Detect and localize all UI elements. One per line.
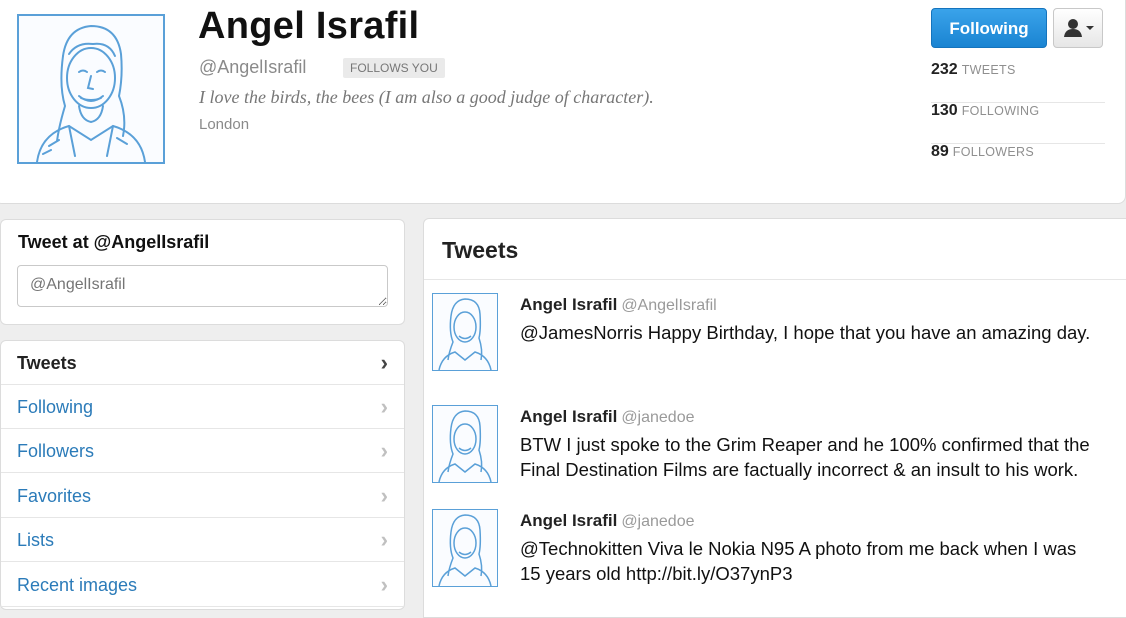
chevron-right-icon: › [380, 572, 388, 597]
nav-item-label: Tweets [17, 353, 77, 373]
tweet-author-handle[interactable]: @janedoe [621, 513, 694, 530]
avatar-sketch-icon [36, 24, 146, 163]
nav-item-recent-images[interactable]: Recent images › [1, 563, 404, 607]
avatar[interactable] [432, 509, 498, 587]
stat-following[interactable]: 130 FOLLOWING [931, 102, 1105, 144]
stat-tweets[interactable]: 232 TWEETS [931, 61, 1105, 103]
stat-followers[interactable]: 89 FOLLOWERS [931, 143, 1105, 184]
chevron-right-icon: › [380, 394, 388, 419]
profile-header: Angel Israfil @AngelIsrafil FOLLOWS YOU … [0, 0, 1126, 204]
nav-item-label: Following [17, 397, 94, 417]
user-actions-button[interactable] [1053, 8, 1103, 48]
tweet-text: @Technokitten Viva le Nokia N95 A photo … [520, 538, 1077, 584]
avatar[interactable] [432, 405, 498, 483]
chevron-right-icon: › [380, 350, 388, 375]
tweet-at-box: Tweet at @AngelIsrafil [0, 219, 405, 325]
tweet-header: Angel Israfil @janedoe [520, 511, 695, 531]
stat-following-count: 130 [931, 102, 958, 119]
tweet-header: Angel Israfil @AngelIsrafil [520, 295, 717, 315]
tweet-text: BTW I just spoke to the Grim Reaper and … [520, 434, 1090, 480]
profile-location: London [199, 116, 250, 133]
stat-followers-count: 89 [931, 143, 949, 160]
chevron-right-icon: › [380, 438, 388, 463]
nav-item-label: Lists [17, 530, 55, 550]
profile-nav: Tweets › Following › Followers › Favorit… [0, 340, 405, 610]
nav-item-favorites[interactable]: Favorites › [1, 474, 404, 518]
profile-bio: I love the birds, the bees (I am also a … [199, 87, 654, 107]
avatar-sketch-icon [438, 298, 492, 371]
nav-item-followers[interactable]: Followers › [1, 429, 404, 473]
avatar-sketch-icon [438, 514, 492, 587]
nav-item-lists[interactable]: Lists › [1, 518, 404, 562]
divider [424, 279, 1126, 280]
tweet-author-handle[interactable]: @janedoe [621, 409, 694, 426]
nav-item-label: Recent images [17, 575, 138, 595]
stat-following-label: FOLLOWING [961, 104, 1040, 118]
following-button[interactable]: Following [931, 8, 1047, 48]
tweet-author-name[interactable]: Angel Israfil [520, 295, 617, 314]
tweet-at-input[interactable] [17, 265, 388, 307]
profile-name: Angel Israfil [198, 5, 420, 47]
stat-tweets-label: TWEETS [961, 63, 1016, 77]
avatar[interactable] [17, 14, 165, 164]
user-dropdown-icon [1064, 19, 1094, 37]
chevron-right-icon: › [380, 527, 388, 552]
nav-item-label: Followers [17, 441, 95, 461]
nav-item-label: Favorites [17, 486, 92, 506]
profile-handle: @AngelIsrafil [199, 57, 307, 77]
tweet-text: @JamesNorris Happy Birthday, I hope that… [520, 322, 1091, 343]
stat-followers-label: FOLLOWERS [952, 145, 1034, 159]
avatar[interactable] [432, 293, 498, 371]
stat-tweets-count: 232 [931, 61, 958, 78]
tweet-author-handle[interactable]: @AngelIsrafil [621, 297, 716, 314]
tweets-stream: Tweets Angel Israfil @AngelIsrafil @James… [423, 218, 1126, 618]
stream-title: Tweets [442, 237, 519, 263]
avatar-sketch-icon [438, 410, 492, 483]
chevron-right-icon: › [380, 483, 388, 508]
tweet-author-name[interactable]: Angel Israfil [520, 511, 617, 530]
tweet-author-name[interactable]: Angel Israfil [520, 407, 617, 426]
follows-you-badge: FOLLOWS YOU [343, 58, 445, 78]
tweet-header: Angel Israfil @janedoe [520, 407, 695, 427]
nav-item-following[interactable]: Following › [1, 385, 404, 429]
nav-item-tweets[interactable]: Tweets › [1, 341, 404, 385]
tweet-at-title: Tweet at @AngelIsrafil [18, 232, 210, 252]
